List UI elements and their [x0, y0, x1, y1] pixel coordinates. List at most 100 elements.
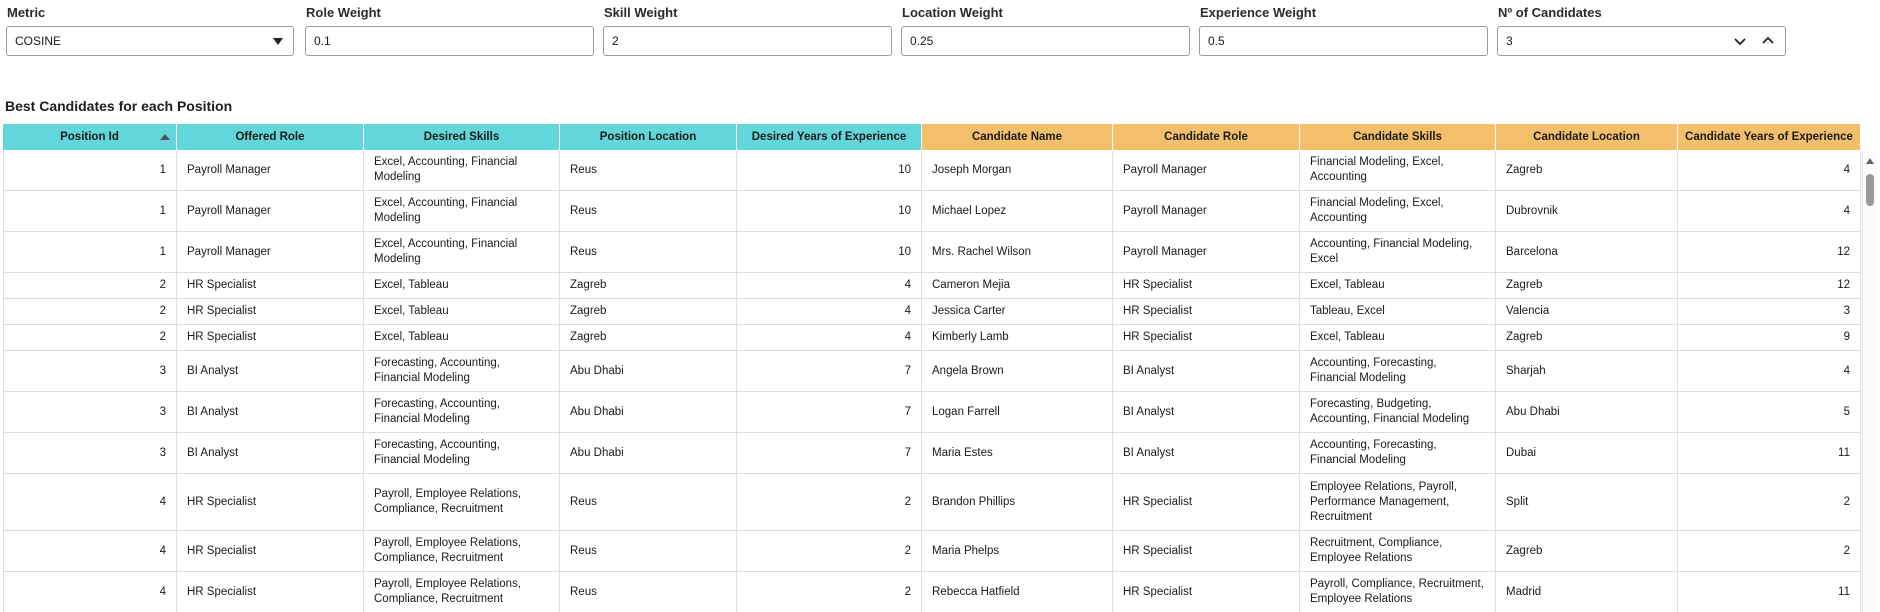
cell-text: Zagreb	[570, 331, 607, 343]
experience-weight-input[interactable]: 0.5	[1199, 26, 1488, 56]
column-header-desired-years-experience[interactable]: Desired Years of Experience	[737, 124, 922, 150]
cell-candidate-skills: Tableau, Excel	[1300, 299, 1496, 324]
cell-text: Zagreb	[1506, 331, 1543, 343]
cell-text: 5	[1843, 405, 1850, 418]
column-header-label: Position Location	[599, 131, 697, 143]
cell-text: Madrid	[1506, 585, 1542, 598]
cell-desired-skills: Payroll, Employee Relations, Compliance,…	[364, 572, 560, 612]
cell-text: 3	[159, 364, 166, 377]
vertical-scrollbar[interactable]	[1862, 152, 1877, 612]
cell-text: Payroll Manager	[1123, 245, 1207, 258]
cell-offered-role: HR Specialist	[177, 531, 364, 571]
cell-text: Tableau, Excel	[1310, 305, 1385, 317]
cell-desired-skills: Forecasting, Accounting, Financial Model…	[364, 351, 560, 391]
column-header-candidate-skills[interactable]: Candidate Skills	[1300, 124, 1496, 150]
column-header-label: Candidate Years of Experience	[1685, 131, 1853, 143]
cell-text: Maria Phelps	[932, 544, 1000, 557]
cell-candidate-name: Jessica Carter	[922, 299, 1113, 324]
metric-select[interactable]: COSINE	[6, 26, 294, 56]
column-header-candidate-years-experience[interactable]: Candidate Years of Experience	[1678, 124, 1861, 150]
sort-ascending-icon[interactable]	[160, 134, 170, 140]
cell-text: Reus	[570, 585, 597, 598]
cell-candidate-location: Madrid	[1496, 572, 1678, 612]
cell-candidate-location: Dubrovnik	[1496, 191, 1678, 231]
cell-position-id: 3	[3, 433, 177, 473]
cell-text: Reus	[570, 163, 597, 176]
role-weight-input[interactable]: 0.1	[305, 26, 594, 56]
column-header-offered-role[interactable]: Offered Role	[177, 124, 364, 150]
table-row[interactable]: 4 HR Specialist Payroll, Employee Relation…	[3, 572, 1861, 612]
cell-text: 3	[1843, 305, 1850, 317]
cell-candidate-role: HR Specialist	[1113, 474, 1300, 530]
table-row[interactable]: 3 BI Analyst Forecasting, Accounting, Fina…	[3, 433, 1861, 474]
column-header-candidate-name[interactable]: Candidate Name	[922, 124, 1113, 150]
column-header-position-location[interactable]: Position Location	[560, 124, 737, 150]
cell-text: Reus	[570, 204, 597, 217]
location-weight-input[interactable]: 0.25	[901, 26, 1190, 56]
cell-position-location: Reus	[560, 572, 737, 612]
cell-offered-role: BI Analyst	[177, 351, 364, 391]
skill-weight-input[interactable]: 2	[603, 26, 892, 56]
cell-candidate-role: HR Specialist	[1113, 572, 1300, 612]
cell-text: 3	[159, 405, 166, 418]
column-header-desired-skills[interactable]: Desired Skills	[364, 124, 560, 150]
cell-offered-role: HR Specialist	[177, 474, 364, 530]
table-row[interactable]: 2 HR Specialist Excel, Tableau Zagreb 4 Jessi…	[3, 299, 1861, 325]
chevron-up-icon[interactable]	[1759, 32, 1777, 50]
cell-text: HR Specialist	[187, 585, 257, 598]
cell-text: 2	[159, 279, 166, 291]
table-row[interactable]: 3 BI Analyst Forecasting, Accounting, Fina…	[3, 351, 1861, 392]
cell-text: Payroll, Employee Relations, Compliance,…	[374, 488, 522, 515]
cell-text: BI Analyst	[1123, 405, 1175, 418]
cell-candidate-skills: Excel, Tableau	[1300, 273, 1496, 298]
column-header-candidate-location[interactable]: Candidate Location	[1496, 124, 1678, 150]
cell-candidate-skills: Financial Modeling, Excel, Accounting	[1300, 191, 1496, 231]
cell-text: Excel, Tableau	[374, 305, 449, 317]
table-row[interactable]: 1 Payroll Manager Excel, Accounting, Finan…	[3, 191, 1861, 232]
cell-candidate-role: HR Specialist	[1113, 299, 1300, 324]
column-header-position-id[interactable]: Position Id	[3, 124, 177, 150]
cell-desired-skills: Excel, Accounting, Financial Modeling	[364, 150, 560, 190]
cell-text: 4	[1843, 204, 1850, 217]
cell-text: HR Specialist	[187, 305, 257, 317]
chevron-down-icon[interactable]	[273, 38, 283, 45]
cell-text: 4	[904, 305, 911, 317]
cell-candidate-role: BI Analyst	[1113, 433, 1300, 473]
cell-offered-role: Payroll Manager	[177, 191, 364, 231]
location-weight-label: Location Weight	[902, 5, 1003, 20]
chevron-down-icon[interactable]	[1731, 32, 1749, 50]
cell-text: Abu Dhabi	[570, 364, 624, 377]
table-row[interactable]: 1 Payroll Manager Excel, Accounting, Finan…	[3, 232, 1861, 273]
cell-text: Accounting, Financial Modeling, Excel	[1310, 238, 1473, 265]
cell-text: 1	[159, 245, 166, 258]
role-weight-label: Role Weight	[306, 5, 381, 20]
cell-candidate-years-experience: 11	[1678, 572, 1861, 612]
num-candidates-stepper[interactable]: 3	[1497, 26, 1786, 56]
cell-text: 4	[159, 544, 166, 557]
cell-position-location: Zagreb	[560, 299, 737, 324]
cell-text: Financial Modeling, Excel, Accounting	[1310, 197, 1444, 224]
cell-candidate-skills: Accounting, Forecasting, Financial Model…	[1300, 433, 1496, 473]
scroll-up-icon[interactable]	[1866, 158, 1874, 164]
cell-text: 2	[159, 305, 166, 317]
table-row[interactable]: 3 BI Analyst Forecasting, Accounting, Fina…	[3, 392, 1861, 433]
table-row[interactable]: 4 HR Specialist Payroll, Employee Relation…	[3, 531, 1861, 572]
cell-text: HR Specialist	[1123, 305, 1193, 317]
cell-offered-role: Payroll Manager	[177, 232, 364, 272]
table-row[interactable]: 4 HR Specialist Payroll, Employee Relation…	[3, 474, 1861, 531]
cell-text: Zagreb	[1506, 544, 1543, 557]
cell-offered-role: HR Specialist	[177, 299, 364, 324]
cell-text: 4	[1843, 364, 1850, 377]
table-row[interactable]: 2 HR Specialist Excel, Tableau Zagreb 4 Camer…	[3, 273, 1861, 299]
cell-text: 11	[1838, 446, 1850, 459]
column-header-candidate-role[interactable]: Candidate Role	[1113, 124, 1300, 150]
cell-candidate-skills: Employee Relations, Payroll, Performance…	[1300, 474, 1496, 530]
cell-candidate-years-experience: 4	[1678, 150, 1861, 190]
cell-text: 4	[904, 331, 911, 343]
cell-position-id: 2	[3, 325, 177, 350]
cell-candidate-location: Valencia	[1496, 299, 1678, 324]
scroll-thumb[interactable]	[1866, 174, 1874, 206]
table-row[interactable]: 2 HR Specialist Excel, Tableau Zagreb 4 Kimbe…	[3, 325, 1861, 351]
cell-desired-years-experience: 10	[737, 232, 922, 272]
table-row[interactable]: 1 Payroll Manager Excel, Accounting, Finan…	[3, 150, 1861, 191]
